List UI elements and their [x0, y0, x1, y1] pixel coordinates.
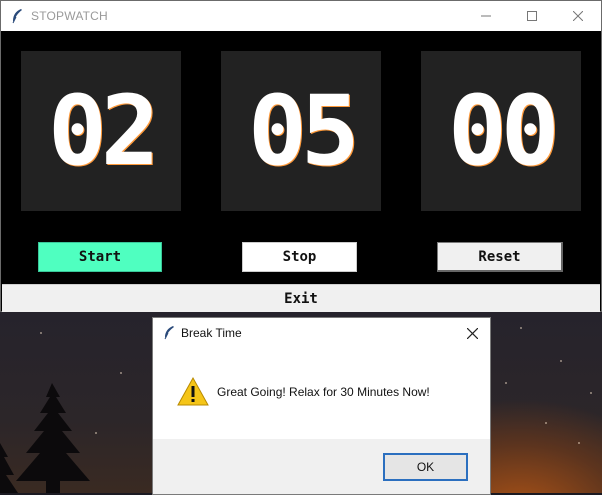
- stop-button[interactable]: Stop: [242, 242, 357, 272]
- seconds-value: 00: [448, 75, 560, 187]
- exit-button[interactable]: Exit: [2, 284, 600, 312]
- window-title: STOPWATCH: [31, 9, 108, 23]
- maximize-button[interactable]: [509, 1, 555, 31]
- maximize-icon: [527, 11, 537, 21]
- start-button[interactable]: Start: [38, 242, 162, 272]
- dialog-title: Break Time: [181, 326, 242, 340]
- seconds-display: 00: [421, 51, 581, 211]
- dialog-close-button[interactable]: [461, 322, 483, 344]
- stopwatch-window: STOPWATCH 02 05 00 Start Stop Reset Exit: [0, 0, 602, 312]
- minutes-value: 05: [248, 75, 360, 187]
- close-icon: [466, 327, 478, 339]
- dialog-message: Great Going! Relax for 30 Minutes Now!: [217, 385, 430, 399]
- minimize-button[interactable]: [463, 1, 509, 31]
- tree-silhouette: [0, 383, 90, 493]
- minutes-display: 05: [221, 51, 381, 211]
- close-icon: [573, 11, 583, 21]
- hours-value: 02: [48, 75, 160, 187]
- minimize-icon: [481, 15, 491, 17]
- feather-icon: [164, 326, 174, 340]
- reset-button[interactable]: Reset: [437, 242, 563, 272]
- title-bar[interactable]: STOPWATCH: [1, 1, 601, 31]
- break-time-dialog: Break Time Great Going! Relax for 30 Min…: [152, 317, 491, 495]
- warning-icon: [177, 376, 209, 406]
- close-button[interactable]: [555, 1, 601, 31]
- ok-button[interactable]: OK: [383, 453, 468, 481]
- feather-icon: [12, 9, 22, 24]
- hours-display: 02: [21, 51, 181, 211]
